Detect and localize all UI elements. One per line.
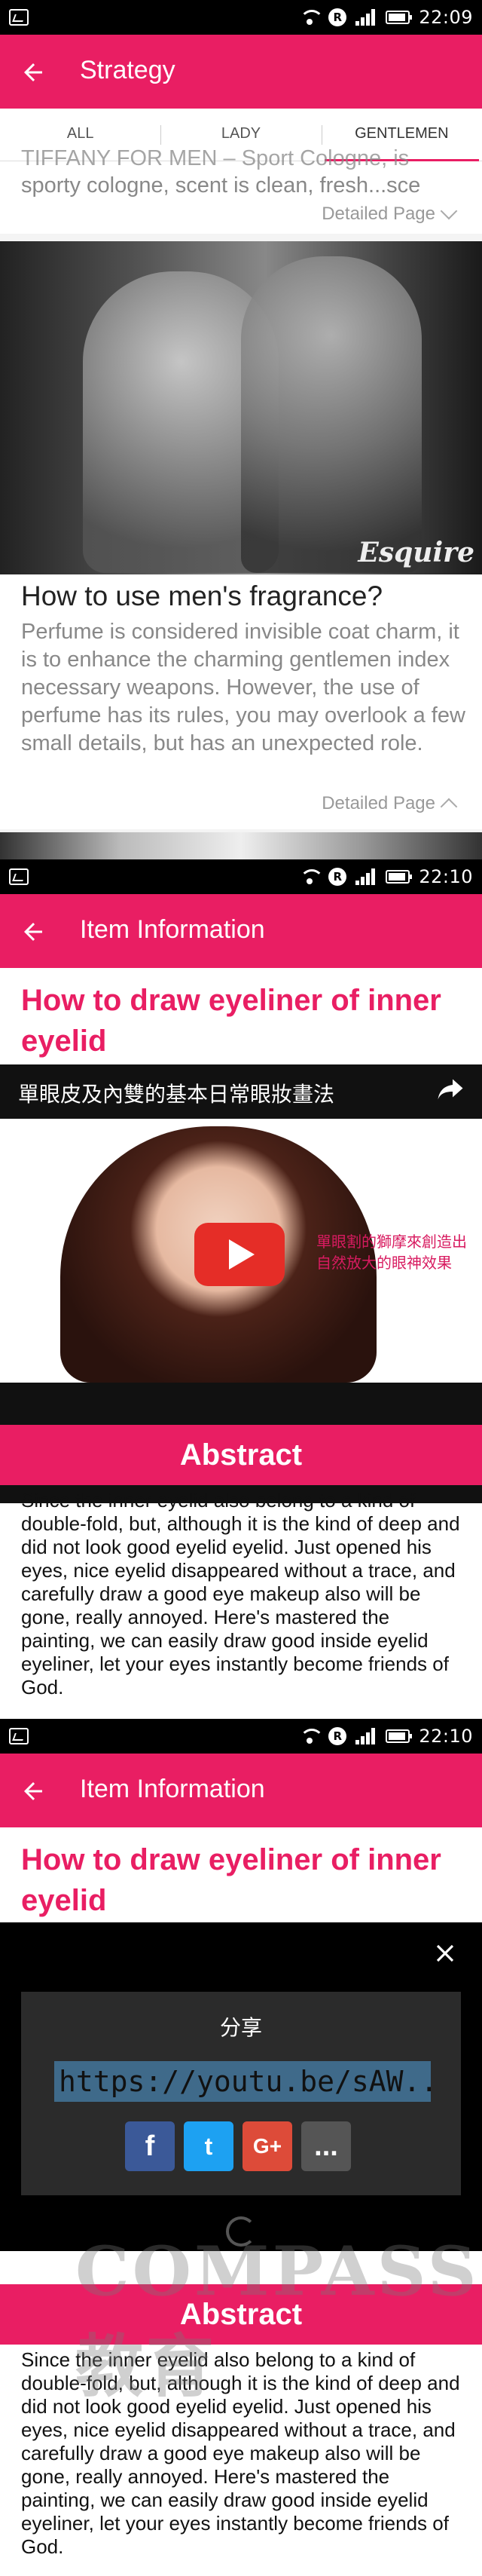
thumbnail-overlay-text: 單眼割的獅摩來創造出自然放大的眼神效果 (316, 1234, 467, 1272)
detailed-page-link[interactable]: Detailed Page (322, 793, 458, 816)
facebook-icon[interactable]: f (125, 2121, 175, 2171)
wifi-icon (300, 10, 325, 25)
gallery-icon (9, 1728, 29, 1744)
share-icon[interactable] (437, 1078, 464, 1101)
item-title: How to draw eyeliner of inner eyelid (21, 984, 441, 1058)
twitter-icon[interactable]: t (184, 2121, 233, 2171)
previous-article-card[interactable]: TIFFANY FOR MEN – Sport Cologne, is spor… (0, 146, 482, 234)
status-time: 22:09 (419, 7, 473, 28)
previous-article-text-cut: TIFFANY FOR MEN – Sport Cologne, is (21, 146, 410, 170)
abstract-text: Since the inner eyelid also belong to a … (21, 2348, 460, 2558)
share-url-field[interactable]: https://youtu.be/sAW... (54, 2061, 431, 2102)
item-title: How to draw eyeliner of inner eyelid (21, 1843, 441, 1917)
app-bar: Item Information (0, 894, 482, 968)
abstract-header: Abstract (0, 2284, 482, 2345)
article-card[interactable]: How to use men's fragrance? Perfume is c… (0, 574, 482, 829)
article-title: How to use men's fragrance? (21, 580, 383, 611)
detailed-page-label: Detailed Page (322, 204, 435, 224)
photo-watermark: Esquire (358, 537, 474, 568)
wifi-icon (300, 1729, 325, 1744)
status-time: 22:10 (419, 866, 473, 887)
share-panel: 分享 https://youtu.be/sAW... f t G+ ... (21, 1992, 461, 2195)
app-bar: Strategy (0, 35, 482, 109)
status-time: 22:10 (419, 1726, 473, 1747)
signal-icon (355, 1728, 377, 1744)
page-title: Strategy (80, 56, 175, 84)
signal-icon (355, 9, 377, 26)
wifi-icon (300, 869, 325, 884)
gallery-icon (9, 9, 29, 26)
photo-figure-man (241, 256, 422, 573)
detailed-page-label: Detailed Page (322, 793, 435, 813)
video-title: 單眼皮及內雙的基本日常眼妝畫法 (18, 1082, 335, 1107)
r-badge-icon: R (328, 8, 347, 26)
screen-item-information-share: R 22:10 Item Information How to draw eye… (0, 1719, 482, 2576)
detailed-page-link[interactable]: Detailed Page (322, 202, 458, 225)
status-bar: R 22:10 (0, 1719, 482, 1754)
signal-icon (355, 868, 377, 885)
loading-spinner-icon (226, 2216, 256, 2247)
play-button[interactable] (194, 1223, 285, 1286)
r-badge-icon: R (328, 868, 347, 886)
back-arrow-icon[interactable] (20, 918, 47, 945)
abstract-header: Abstract (0, 1425, 482, 1485)
more-icon[interactable]: ... (301, 2121, 351, 2171)
close-icon[interactable] (434, 1942, 456, 1965)
back-arrow-icon[interactable] (20, 59, 47, 86)
page-title: Item Information (80, 915, 265, 944)
screen-item-information: R 22:10 Item Information How to draw eye… (0, 859, 482, 1719)
gallery-icon (9, 868, 29, 885)
abstract-text: Since the inner eyelid also belong to a … (21, 1489, 460, 1698)
app-bar: Item Information (0, 1754, 482, 1827)
battery-icon (386, 870, 413, 884)
chevron-down-icon (440, 202, 458, 220)
chevron-up-icon (440, 798, 458, 816)
share-overlay: 分享 https://youtu.be/sAW... f t G+ ... (0, 1922, 482, 2251)
google-plus-icon[interactable]: G+ (243, 2121, 292, 2171)
screen-strategy: R 22:09 Strategy ALL LADY GENTLEMEN TIFF… (0, 0, 482, 859)
status-bar: R 22:09 (0, 0, 482, 35)
next-article-image-cut (0, 832, 482, 859)
page-title: Item Information (80, 1775, 265, 1803)
article-photo[interactable]: Esquire (0, 241, 482, 574)
r-badge-icon: R (328, 1727, 347, 1745)
battery-icon (386, 11, 413, 24)
share-label: 分享 (219, 2015, 262, 2040)
status-bar: R 22:10 (0, 859, 482, 894)
battery-icon (386, 1729, 413, 1743)
share-icons-row: f t G+ ... (125, 2121, 351, 2171)
article-body: Perfume is considered invisible coat cha… (21, 620, 465, 755)
previous-article-text: sporty cologne, scent is clean, fresh...… (21, 173, 421, 198)
back-arrow-icon[interactable] (20, 1778, 47, 1805)
